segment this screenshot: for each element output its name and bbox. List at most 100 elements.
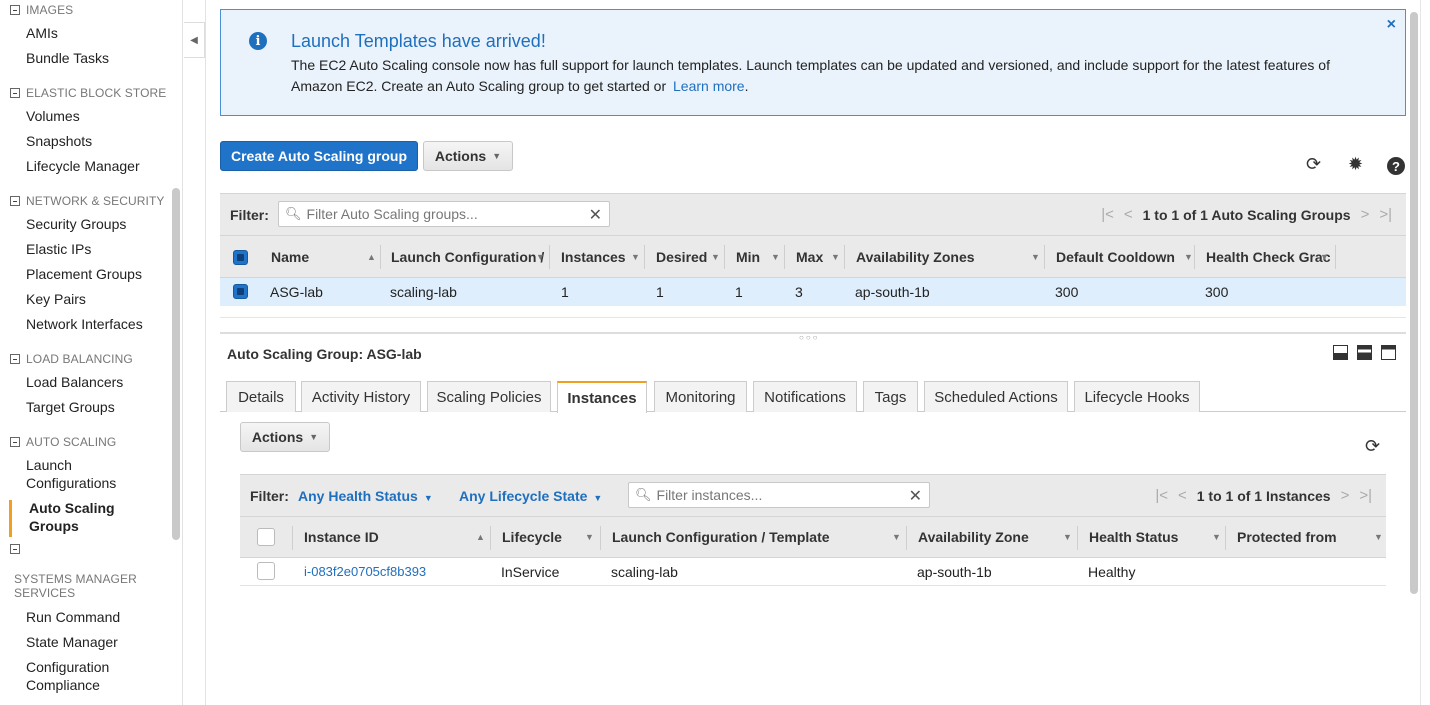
tab-notifications[interactable]: Notifications — [753, 381, 857, 412]
select-all-checkbox[interactable] — [233, 250, 248, 265]
instances-filter-input[interactable] — [656, 487, 892, 503]
main-scrollbar[interactable] — [1410, 12, 1418, 594]
column-availability-zone[interactable]: Availability Zone ▼ — [918, 517, 1072, 557]
sidebar-item-key-pairs[interactable]: Key Pairs — [26, 290, 86, 308]
column-desired[interactable]: Desired ▼ — [656, 236, 720, 277]
clear-icon[interactable]: ✕ — [909, 486, 922, 506]
collapse-icon[interactable] — [10, 88, 20, 98]
sidebar-item-snapshots[interactable]: Snapshots — [26, 132, 92, 150]
column-availability-zones[interactable]: Availability Zones ▼ — [856, 236, 1040, 277]
pane-maximize-icon[interactable] — [1381, 345, 1396, 360]
collapse-sidebar-button[interactable]: ◀ — [184, 22, 205, 58]
column-instances[interactable]: Instances ▼ — [561, 236, 640, 277]
collapse-icon[interactable] — [10, 196, 20, 206]
pane-split-icon[interactable] — [1357, 345, 1372, 360]
tab-scheduled-actions[interactable]: Scheduled Actions — [924, 381, 1068, 412]
clear-icon[interactable]: ✕ — [589, 205, 602, 225]
prev-page-icon[interactable]: < — [1124, 206, 1133, 223]
instances-actions-button[interactable]: Actions ▼ — [240, 422, 330, 452]
refresh-icon[interactable]: ⟳ — [1365, 436, 1380, 457]
row-checkbox[interactable] — [233, 284, 248, 299]
table-row[interactable]: i-083f2e0705cf8b393 InService scaling-la… — [240, 558, 1386, 586]
column-launch-configuration[interactable]: Launch Configuration / ▼ — [391, 236, 545, 277]
tab-activity-history[interactable]: Activity History — [301, 381, 421, 412]
column-min[interactable]: Min ▼ — [736, 236, 780, 277]
drag-handle-icon[interactable]: ○○○ — [799, 333, 820, 342]
column-name[interactable]: Name ▲ — [271, 236, 376, 277]
column-max[interactable]: Max ▼ — [796, 236, 840, 277]
next-page-icon[interactable]: > — [1361, 206, 1370, 223]
next-page-icon[interactable]: > — [1341, 487, 1350, 504]
tab-details[interactable]: Details — [226, 381, 296, 412]
sidebar-item-elastic-ips[interactable]: Elastic IPs — [26, 240, 91, 258]
cell-instance-id[interactable]: i-083f2e0705cf8b393 — [304, 558, 426, 585]
sidebar-section-ebs[interactable]: ELASTIC BLOCK STORE — [10, 86, 166, 100]
last-page-icon[interactable]: >| — [1359, 487, 1372, 504]
sidebar-item-configuration-compliance[interactable]: Configuration Compliance — [26, 658, 136, 694]
column-health-status[interactable]: Health Status ▼ — [1089, 517, 1221, 557]
column-launch-configuration-template[interactable]: Launch Configuration / Template ▼ — [612, 517, 901, 557]
instance-id-link[interactable]: i-083f2e0705cf8b393 — [304, 564, 426, 579]
divider — [1420, 0, 1421, 705]
sidebar-item-launch-configurations[interactable]: Launch Configurations — [26, 456, 136, 492]
divider — [205, 0, 206, 705]
create-auto-scaling-group-button[interactable]: Create Auto Scaling group — [220, 141, 418, 171]
table-row[interactable]: ASG-lab scaling-lab 1 1 1 3 ap-south-1b … — [220, 278, 1406, 306]
prev-page-icon[interactable]: < — [1178, 487, 1187, 504]
select-all-checkbox[interactable] — [257, 528, 275, 546]
cell-health-status: Healthy — [1088, 563, 1136, 580]
row-checkbox[interactable] — [257, 562, 275, 580]
sidebar-item-state-manager[interactable]: State Manager — [26, 633, 118, 651]
sidebar-item-load-balancers[interactable]: Load Balancers — [26, 373, 123, 391]
sidebar-item-network-interfaces[interactable]: Network Interfaces — [26, 315, 143, 333]
sidebar-section-load-balancing[interactable]: LOAD BALANCING — [10, 352, 133, 366]
sidebar-section-auto-scaling[interactable]: AUTO SCALING — [10, 435, 116, 449]
first-page-icon[interactable]: |< — [1155, 487, 1168, 504]
tab-monitoring[interactable]: Monitoring — [654, 381, 747, 412]
collapse-icon[interactable] — [10, 354, 20, 364]
last-page-icon[interactable]: >| — [1379, 206, 1392, 223]
gear-icon[interactable]: ✹ — [1348, 154, 1363, 175]
refresh-icon[interactable]: ⟳ — [1306, 154, 1321, 175]
first-page-icon[interactable]: |< — [1101, 206, 1114, 223]
sidebar-item-security-groups[interactable]: Security Groups — [26, 215, 126, 233]
sidebar-item-target-groups[interactable]: Target Groups — [26, 398, 115, 416]
tab-lifecycle-hooks[interactable]: Lifecycle Hooks — [1074, 381, 1200, 412]
lifecycle-state-dropdown[interactable]: Any Lifecycle State ▼ — [459, 488, 602, 504]
tab-scaling-policies[interactable]: Scaling Policies — [427, 381, 551, 412]
close-icon[interactable]: × — [1387, 16, 1396, 34]
groups-page-count: 1 to 1 of 1 Auto Scaling Groups — [1142, 206, 1351, 223]
cell-name: ASG-lab — [270, 284, 323, 300]
instances-filter-field[interactable]: 🔍︎ ✕ — [628, 482, 930, 508]
sidebar-item-auto-scaling-groups[interactable]: Auto Scaling Groups — [29, 499, 139, 535]
groups-filter-field[interactable]: 🔍︎ ✕ — [278, 201, 610, 227]
sidebar-section-ssm-toggle[interactable] — [10, 544, 26, 554]
collapse-icon[interactable] — [10, 437, 20, 447]
chevron-down-icon: ▼ — [309, 432, 319, 442]
sidebar-item-lifecycle-manager[interactable]: Lifecycle Manager — [26, 157, 140, 175]
sidebar-item-amis[interactable]: AMIs — [26, 24, 58, 42]
actions-button[interactable]: Actions ▼ — [423, 141, 513, 171]
info-banner: i Launch Templates have arrived! The EC2… — [220, 9, 1406, 116]
pane-minimize-icon[interactable] — [1333, 345, 1348, 360]
groups-filter-input[interactable] — [306, 206, 566, 222]
sidebar-scrollbar[interactable] — [172, 188, 180, 540]
tab-tags[interactable]: Tags — [863, 381, 918, 412]
collapse-icon[interactable] — [10, 5, 20, 15]
sidebar-item-placement-groups[interactable]: Placement Groups — [26, 265, 142, 283]
tab-instances[interactable]: Instances — [557, 381, 647, 413]
column-default-cooldown[interactable]: Default Cooldown ▼ — [1056, 236, 1193, 277]
sidebar-item-run-command[interactable]: Run Command — [26, 608, 120, 626]
sidebar-item-bundle-tasks[interactable]: Bundle Tasks — [26, 49, 109, 67]
sidebar-item-volumes[interactable]: Volumes — [26, 107, 80, 125]
column-lifecycle[interactable]: Lifecycle ▼ — [502, 517, 594, 557]
column-health-check-grace[interactable]: Health Check Grac ▼ — [1206, 236, 1331, 277]
learn-more-link[interactable]: Learn more — [673, 78, 745, 94]
help-icon[interactable]: ? — [1387, 157, 1405, 175]
health-status-dropdown[interactable]: Any Health Status ▼ — [298, 488, 433, 504]
column-instance-id[interactable]: Instance ID ▲ — [304, 517, 485, 557]
sidebar-section-network[interactable]: NETWORK & SECURITY — [10, 194, 164, 208]
collapse-icon[interactable] — [10, 544, 20, 554]
column-protected-from[interactable]: Protected from ▼ — [1237, 517, 1383, 557]
sidebar-section-images[interactable]: IMAGES — [10, 3, 73, 17]
